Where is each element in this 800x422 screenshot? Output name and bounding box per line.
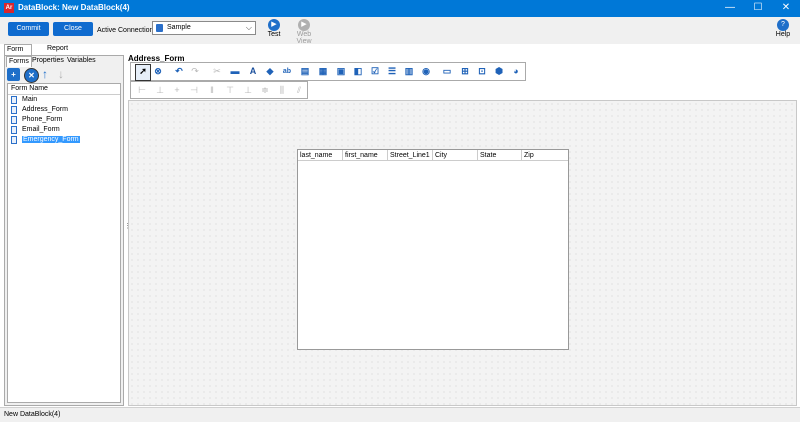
pointer-icon[interactable]: ➚ bbox=[135, 64, 151, 81]
radio-icon[interactable]: ◉ bbox=[420, 65, 432, 78]
cut-icon[interactable]: ✂ bbox=[211, 65, 223, 78]
grid-column-header[interactable]: Zip bbox=[522, 150, 568, 161]
list-item[interactable]: Phone_Form bbox=[8, 115, 120, 125]
web-view-button[interactable]: ▶ Web View bbox=[289, 19, 319, 45]
delete-form-button[interactable]: ✕ bbox=[24, 68, 39, 83]
list-item[interactable]: Address_Form bbox=[8, 105, 120, 115]
tab-variables[interactable]: Variables bbox=[65, 56, 98, 66]
form-icon bbox=[11, 136, 17, 144]
connection-value: Sample bbox=[167, 24, 191, 31]
help-button[interactable]: ? Help bbox=[773, 19, 793, 38]
zoom-icon[interactable]: ⊞ bbox=[459, 65, 471, 78]
grid-column-header[interactable]: City bbox=[433, 150, 478, 161]
align-left-icon[interactable]: ⊢ bbox=[136, 84, 148, 97]
same-height-icon[interactable]: ⫽ bbox=[293, 84, 305, 97]
database-icon bbox=[156, 24, 163, 32]
test-label: Test bbox=[267, 31, 281, 38]
list-item[interactable]: Main bbox=[8, 95, 120, 105]
image-icon[interactable]: ▣ bbox=[335, 65, 347, 78]
move-down-button[interactable]: ↓ bbox=[58, 67, 64, 81]
design-toolbar: ➚ ⊗ ↶ ↷ ✂ ▬ A ◆ ab ▤ ▦ ▣ ◧ ☑ ☰ ▥ ◉ ▭ ⊞ ⊡… bbox=[130, 62, 526, 81]
grid-column-header[interactable]: last_name bbox=[298, 150, 343, 161]
close-button[interactable]: Close bbox=[53, 22, 93, 36]
align-right-icon[interactable]: ⊣ bbox=[188, 84, 200, 97]
cube-icon[interactable]: ⬢ bbox=[493, 65, 505, 78]
active-connection-label: Active Connection bbox=[97, 27, 154, 34]
minimize-button[interactable]: — bbox=[716, 0, 744, 17]
grid-column-header[interactable]: Street_Line1 bbox=[388, 150, 433, 161]
commit-button[interactable]: Commit bbox=[8, 22, 49, 36]
fill-color-icon[interactable]: ◆ bbox=[264, 65, 276, 78]
form-icon bbox=[11, 96, 17, 104]
splitter-handle[interactable]: ⋮ bbox=[124, 222, 131, 234]
undo-icon[interactable]: ↶ bbox=[173, 65, 185, 78]
tab-properties[interactable]: Properties bbox=[30, 56, 66, 66]
align-top-icon[interactable]: ⊤ bbox=[224, 84, 236, 97]
app-logo-icon: Ar bbox=[4, 3, 14, 13]
add-form-button[interactable]: + bbox=[7, 68, 20, 81]
align-vcenter-icon[interactable]: ≑ bbox=[259, 84, 271, 97]
tab-report-query[interactable]: Report Query - Visual Design bbox=[45, 44, 71, 92]
forms-panel: Forms Properties Variables + ✕ ↑ ↓ Form … bbox=[4, 55, 124, 406]
form-name-header: Form Name bbox=[8, 84, 120, 95]
align-center-icon[interactable]: ⊥ bbox=[154, 84, 166, 97]
form-icon bbox=[11, 116, 17, 124]
play-icon: ▶ bbox=[268, 19, 280, 31]
form-icon bbox=[11, 126, 17, 134]
form-list: Form Name Main Address_Form Phone_Form E… bbox=[7, 83, 121, 403]
move-up-button[interactable]: ↑ bbox=[42, 67, 48, 81]
test-button[interactable]: ▶ Test bbox=[265, 19, 283, 38]
grid-icon[interactable]: ▥ bbox=[403, 65, 415, 78]
status-bar: New DataBlock(4) bbox=[0, 407, 800, 422]
checkbox-icon[interactable]: ☑ bbox=[369, 65, 381, 78]
help-label: Help bbox=[775, 31, 791, 38]
data-grid[interactable]: last_name first_name Street_Line1 City S… bbox=[297, 149, 569, 350]
cancel-icon[interactable]: ⊗ bbox=[152, 65, 164, 78]
redo-icon[interactable]: ↷ bbox=[189, 65, 201, 78]
frame-icon[interactable]: ◧ bbox=[352, 65, 364, 78]
subform-icon[interactable]: ⊡ bbox=[476, 65, 488, 78]
list-item[interactable]: Emergency_Form bbox=[8, 135, 120, 145]
pie-chart-icon[interactable]: ◕ bbox=[510, 65, 522, 78]
button-icon[interactable]: ▭ bbox=[441, 65, 453, 78]
book-icon[interactable]: ▬ bbox=[229, 65, 241, 78]
spellcheck-icon[interactable]: ab bbox=[281, 65, 293, 78]
space-horizontal-icon[interactable]: ‖ bbox=[206, 84, 218, 97]
maximize-button[interactable]: ☐ bbox=[744, 0, 772, 17]
form-icon bbox=[11, 106, 17, 114]
grid-column-header[interactable]: first_name bbox=[343, 150, 388, 161]
tab-form-design[interactable]: Form Design bbox=[4, 44, 32, 63]
align-middle-icon[interactable]: + bbox=[171, 84, 183, 97]
align-toolbar: ⊢ ⊥ + ⊣ ‖ ⊤ ⊥ ≑ ⫼ ⫽ bbox=[130, 81, 308, 99]
help-icon: ? bbox=[777, 19, 789, 31]
calendar-icon[interactable]: ▦ bbox=[317, 65, 329, 78]
list-item[interactable]: Email_Form bbox=[8, 125, 120, 135]
title-bar: Ar DataBlock: New DataBlock(4) — ☐ ✕ bbox=[0, 0, 800, 17]
grid-column-header[interactable]: State bbox=[478, 150, 522, 161]
web-view-icon: ▶ bbox=[298, 19, 310, 31]
tab-forms[interactable]: Forms bbox=[6, 56, 32, 67]
web-view-label: Web View bbox=[296, 31, 312, 45]
chevron-down-icon: ⌵ bbox=[245, 23, 252, 32]
close-window-button[interactable]: ✕ bbox=[772, 0, 800, 17]
list-icon[interactable]: ☰ bbox=[386, 65, 398, 78]
same-width-icon[interactable]: ⫼ bbox=[276, 84, 288, 97]
status-text: New DataBlock(4) bbox=[4, 411, 61, 418]
textbox-icon[interactable]: ▤ bbox=[299, 65, 311, 78]
connection-select[interactable]: Sample ⌵ bbox=[152, 21, 256, 35]
text-label-icon[interactable]: A bbox=[247, 65, 259, 78]
align-bottom-icon[interactable]: ⊥ bbox=[242, 84, 254, 97]
window-title: DataBlock: New DataBlock(4) bbox=[18, 3, 130, 12]
